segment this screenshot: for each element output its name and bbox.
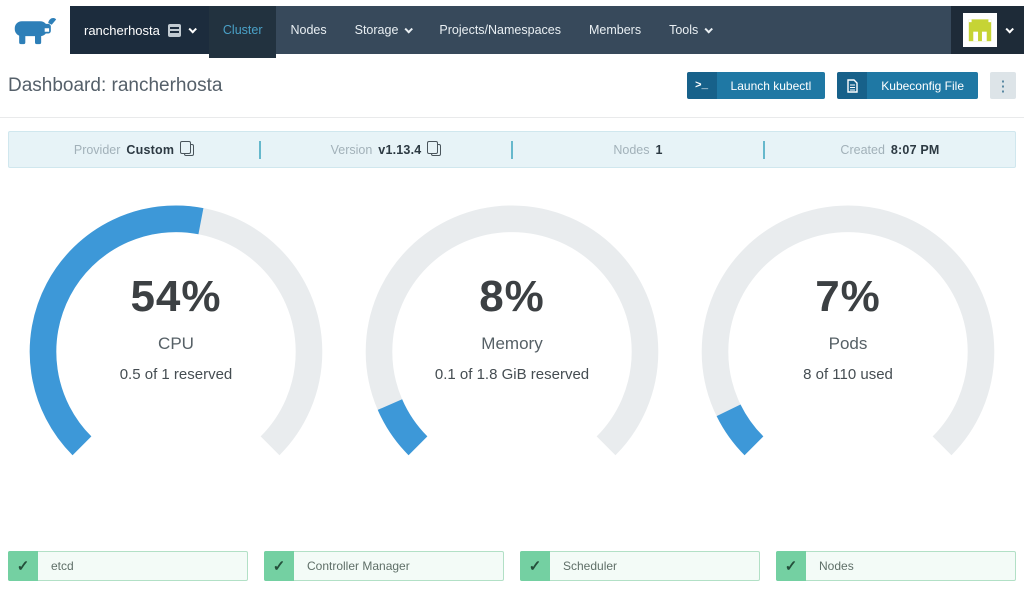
chevron-down-icon — [188, 25, 197, 34]
nav-item-cluster[interactable]: Cluster — [208, 6, 277, 54]
check-icon: ✓ — [264, 551, 294, 581]
terminal-icon: >_ — [686, 72, 717, 99]
header-row: Dashboard: rancherhosta >_ Launch kubect… — [0, 54, 1024, 117]
check-icon: ✓ — [776, 551, 806, 581]
nav-item-members[interactable]: Members — [575, 6, 655, 54]
info-field-version: Version v1.13.4 — [261, 140, 511, 157]
nav-links: Cluster Nodes Storage Projects/Namespace… — [208, 6, 725, 54]
file-icon — [837, 72, 868, 99]
gauge-pods: 7% Pods 8 of 110 used — [700, 204, 996, 470]
copy-icon[interactable] — [180, 140, 195, 156]
page-title: Dashboard: rancherhosta — [8, 74, 223, 96]
gauge-detail: 0.5 of 1 reserved — [119, 366, 233, 383]
ellipsis-icon: ⋮ — [995, 77, 1011, 95]
status-badge-controller-manager: ✓ Controller Manager — [264, 551, 504, 581]
nav-item-storage[interactable]: Storage — [341, 6, 426, 54]
chevron-down-icon — [704, 25, 714, 34]
nav-item-projects-namespaces[interactable]: Projects/Namespaces — [425, 6, 575, 54]
rancher-cow-icon — [14, 17, 57, 45]
status-badge-scheduler: ✓ Scheduler — [520, 551, 760, 581]
gauge-cpu: 54% CPU 0.5 of 1 reserved — [28, 204, 324, 470]
gauge-percent: 7% — [815, 272, 881, 321]
header-divider — [0, 117, 1024, 118]
copy-icon[interactable] — [427, 140, 442, 156]
chevron-down-icon — [404, 25, 414, 34]
gauge-percent: 8% — [479, 272, 545, 321]
kubeconfig-file-button[interactable]: Kubeconfig File — [837, 72, 978, 99]
gauge-memory: 8% Memory 0.1 of 1.8 GiB reserved — [364, 204, 660, 470]
resource-gauges: 54% CPU 0.5 of 1 reserved 8% Memory 0.1 … — [0, 204, 1024, 470]
status-badge-etcd: ✓ etcd — [8, 551, 248, 581]
check-icon: ✓ — [520, 551, 550, 581]
launch-kubectl-button[interactable]: >_ Launch kubectl — [686, 72, 826, 99]
avatar — [963, 13, 997, 47]
cluster-selector-dropdown[interactable]: rancherhosta — [70, 6, 209, 54]
cluster-stack-icon — [167, 23, 181, 37]
gauge-detail: 0.1 of 1.8 GiB reserved — [434, 366, 590, 383]
gauge-title: Pods — [828, 334, 868, 353]
user-menu[interactable] — [951, 6, 1024, 54]
nav-item-tools[interactable]: Tools — [655, 6, 725, 54]
check-icon: ✓ — [8, 551, 38, 581]
identicon-icon — [968, 19, 992, 42]
component-status-row: ✓ etcd ✓ Controller Manager ✓ Scheduler … — [8, 551, 1016, 581]
top-navbar: rancherhosta Cluster Nodes Storage Proje… — [0, 6, 1024, 54]
cluster-name: rancherhosta — [84, 22, 160, 38]
info-field-provider: Provider Custom — [9, 140, 259, 157]
nav-item-nodes[interactable]: Nodes — [276, 6, 340, 54]
navbar: rancherhosta Cluster Nodes Storage Proje… — [70, 6, 1024, 54]
chevron-down-icon — [1005, 25, 1014, 34]
rancher-logo — [0, 6, 70, 54]
gauge-title: Memory — [481, 334, 543, 353]
gauge-detail: 8 of 110 used — [803, 366, 893, 383]
more-actions-button[interactable]: ⋮ — [990, 72, 1016, 99]
gauge-percent: 54% — [130, 272, 222, 321]
info-field-created: Created 8:07 PM — [840, 142, 940, 157]
cluster-info-bar: Provider Custom Version v1.13.4 Nodes 1 … — [8, 131, 1016, 168]
info-field-nodes: Nodes 1 — [613, 142, 663, 157]
status-badge-nodes: ✓ Nodes — [776, 551, 1016, 581]
gauge-title: CPU — [158, 334, 194, 353]
